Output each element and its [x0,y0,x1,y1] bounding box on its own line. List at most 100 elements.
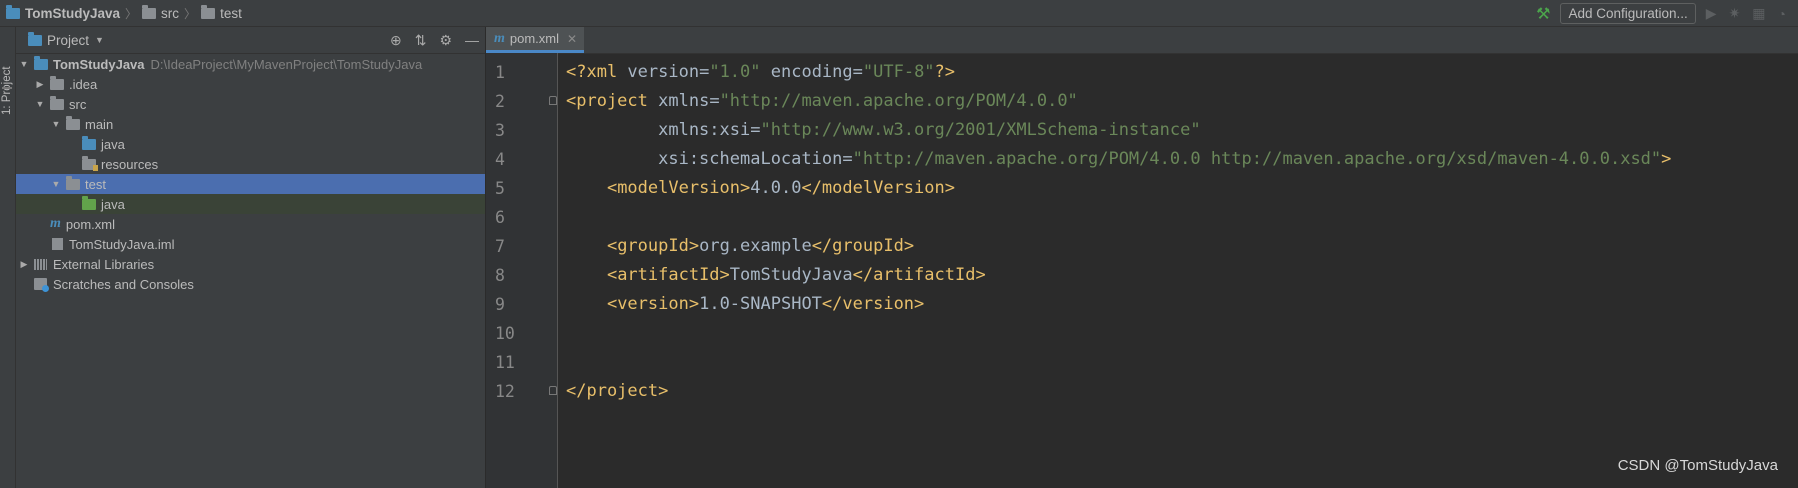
test-folder-icon [82,195,96,210]
line-number: 5 [495,179,505,198]
hide-icon[interactable]: — [465,32,479,48]
code-line[interactable]: 8 <artifactId>TomStudyJava</artifactId> [486,261,1798,290]
module-path: D:\IdeaProject\MyMavenProject\TomStudyJa… [150,56,423,72]
code-line[interactable]: 9 <version>1.0-SNAPSHOT</version> [486,290,1798,319]
tree-item-test[interactable]: ▼ test [16,174,485,194]
collapse-arrow-icon[interactable]: ▶ [18,259,30,270]
tree-item-main[interactable]: ▼ main [16,114,485,134]
project-view-selector[interactable]: Project ▼ [28,31,104,48]
line-text[interactable]: <artifactId>TomStudyJava</artifactId> [566,261,986,290]
breadcrumb-project[interactable]: TomStudyJava [25,6,120,21]
run-toolbar: ⚒ Add Configuration... ▶ ✷ ▦ ◔ [1536,0,1798,27]
watermark: CSDN @TomStudyJava [1617,457,1778,474]
chevron-down-icon: ▼ [95,35,104,45]
project-panel-header: Project ▼ ⊕ ⇅ ⚙ — [16,27,485,54]
fold-marker-icon[interactable] [549,386,557,395]
breadcrumb-separator: 〉 [184,6,197,21]
code-line[interactable]: 2 <project xmlns="http://maven.apache.org… [486,87,1798,116]
tree-item-label: java [101,196,125,212]
line-number: 11 [495,353,515,372]
line-text[interactable]: <groupId>org.example</groupId> [566,232,914,261]
project-tree: ▼ TomStudyJava D:\IdeaProject\MyMavenPro… [16,54,485,294]
run-icon[interactable]: ▶ [1706,5,1717,22]
tree-item-label: TomStudyJava [53,56,145,72]
breadcrumb-test[interactable]: test [220,6,242,21]
tool-strip-marker [2,87,12,89]
expand-arrow-icon[interactable]: ▼ [18,59,30,69]
collapse-arrow-icon[interactable]: ▶ [34,79,46,90]
tree-item-pom[interactable]: m pom.xml [16,214,485,234]
folder-icon [142,4,157,19]
line-number: 12 [495,382,515,401]
line-number: 10 [495,324,515,343]
tree-item-label: src [69,96,87,112]
expand-arrow-icon[interactable]: ▼ [34,99,46,109]
tree-item-label: .idea [69,76,98,92]
tree-item-scratches[interactable]: Scratches and Consoles [16,274,485,294]
locate-icon[interactable]: ⊕ [390,32,402,49]
code-line[interactable]: 3 xmlns:xsi="http://www.w3.org/2001/XMLS… [486,116,1798,145]
project-panel-title: Project [47,32,90,48]
line-number: 7 [495,237,505,256]
navigation-bar: TomStudyJava 〉 src 〉 test ⚒ Add Configur… [0,0,1798,27]
breadcrumb-separator: 〉 [125,6,138,21]
folder-icon [66,175,80,190]
tree-item-tomstudyjava[interactable]: ▼ TomStudyJava D:\IdeaProject\MyMavenPro… [16,54,485,74]
expand-arrow-icon[interactable]: ▼ [50,179,62,189]
build-hammer-icon[interactable]: ⚒ [1536,4,1550,24]
fold-marker-icon[interactable] [549,96,557,105]
code-line[interactable]: 4 xsi:schemaLocation="http://maven.apach… [486,145,1798,174]
code-line[interactable]: 10 [486,319,1798,348]
line-number: 4 [495,150,505,169]
collapse-all-icon[interactable]: ⇅ [415,32,427,49]
add-configuration-button[interactable]: Add Configuration... [1560,3,1696,24]
line-number: 2 [495,92,505,111]
debug-icon[interactable]: ✷ [1729,5,1741,22]
tree-item-main-java[interactable]: java [16,134,485,154]
scratches-icon [34,278,49,292]
tree-item-resources[interactable]: resources [16,154,485,174]
folder-icon [50,95,64,110]
code-line[interactable]: 6 [486,203,1798,232]
tree-item-label: resources [101,156,159,172]
editor-area: m pom.xml ✕ 1 <?xml version="1.0" encodin… [486,27,1798,488]
line-text[interactable]: <modelVersion>4.0.0</modelVersion> [566,174,955,203]
tree-item-test-java[interactable]: java [16,194,485,214]
folder-icon [50,75,64,90]
tree-item-src[interactable]: ▼ src [16,94,485,114]
project-tool-window-button[interactable]: 1: Project [1,66,13,115]
line-text[interactable]: <project xmlns="http://maven.apache.org/… [566,87,1078,116]
tree-item-external-libraries[interactable]: ▶ External Libraries [16,254,485,274]
coverage-icon[interactable]: ▦ [1752,5,1765,22]
tree-item-label: main [85,116,114,132]
module-folder-icon [34,55,48,70]
line-text[interactable]: xmlns:xsi="http://www.w3.org/2001/XMLSch… [566,116,1200,145]
code-line[interactable]: 11 [486,348,1798,377]
project-panel-actions: ⊕ ⇅ ⚙ — [377,27,479,53]
project-icon [28,31,42,46]
tab-label: pom.xml [509,31,560,46]
code-line[interactable]: 12 </project> [486,377,1798,406]
profile-icon[interactable]: ◔ [1778,6,1786,22]
tab-pom-xml[interactable]: m pom.xml ✕ [486,27,584,53]
code-line[interactable]: 5 <modelVersion>4.0.0</modelVersion> [486,174,1798,203]
line-text[interactable]: <?xml version="1.0" encoding="UTF-8"?> [566,58,955,87]
line-text[interactable]: <version>1.0-SNAPSHOT</version> [566,290,924,319]
code-editor[interactable]: 1 <?xml version="1.0" encoding="UTF-8"?> 2… [486,58,1798,406]
tree-item-label: External Libraries [53,256,155,272]
close-tab-icon[interactable]: ✕ [567,32,577,46]
code-line[interactable]: 7 <groupId>org.example</groupId> [486,232,1798,261]
line-number: 6 [495,208,505,227]
settings-icon[interactable]: ⚙ [439,32,452,49]
source-folder-icon [82,135,96,150]
project-panel: Project ▼ ⊕ ⇅ ⚙ — ▼ TomStudyJava D:\Idea… [16,27,486,488]
tree-item-iml[interactable]: TomStudyJava.iml [16,234,485,254]
line-text[interactable]: </project> [566,377,668,406]
line-number: 9 [495,295,505,314]
tree-item-idea[interactable]: ▶ .idea [16,74,485,94]
line-text[interactable]: xsi:schemaLocation="http://maven.apache.… [566,145,1671,174]
breadcrumb-src[interactable]: src [161,6,179,21]
code-line[interactable]: 1 <?xml version="1.0" encoding="UTF-8"?> [486,58,1798,87]
tree-item-label: pom.xml [65,216,116,232]
expand-arrow-icon[interactable]: ▼ [50,119,62,129]
